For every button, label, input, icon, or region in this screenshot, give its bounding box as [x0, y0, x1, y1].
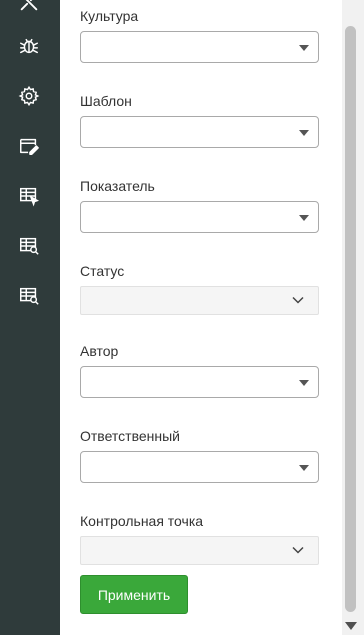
checkpoint-label: Контрольная точка: [80, 513, 204, 529]
chevron-down-icon: [292, 296, 304, 304]
bug-icon[interactable]: [17, 34, 41, 58]
status-label: Статус: [80, 263, 125, 279]
author-label: Автор: [80, 343, 119, 359]
culture-label: Культура: [80, 8, 139, 24]
chevron-down-icon: [299, 130, 309, 136]
gear-icon[interactable]: [17, 84, 41, 108]
table-search-alt-icon[interactable]: [17, 284, 41, 308]
responsible-label: Ответственный: [80, 428, 180, 444]
filter-panel: Культура Шаблон Показатель Статус Автор …: [60, 0, 342, 635]
scrollbar[interactable]: [342, 0, 364, 635]
chevron-down-icon: [299, 215, 309, 221]
chevron-down-icon: [292, 546, 304, 554]
apply-button[interactable]: Применить: [80, 575, 188, 614]
status-select[interactable]: [80, 286, 319, 315]
template-label: Шаблон: [80, 93, 132, 109]
chevron-down-icon: [299, 465, 309, 471]
window-edit-icon[interactable]: [17, 134, 41, 158]
chevron-down-icon: [299, 380, 309, 386]
table-cursor-icon[interactable]: [17, 184, 41, 208]
indicator-select[interactable]: [80, 201, 319, 233]
scrollbar-thumb[interactable]: [345, 26, 356, 612]
sidebar: [0, 0, 60, 635]
chevron-down-icon: [299, 45, 309, 51]
checkpoint-select[interactable]: [80, 536, 319, 565]
responsible-select[interactable]: [80, 451, 319, 483]
scroll-down-arrow-icon[interactable]: [345, 622, 357, 630]
table-search-icon[interactable]: [17, 234, 41, 258]
template-select[interactable]: [80, 116, 319, 148]
tools-icon[interactable]: [17, 0, 41, 14]
indicator-label: Показатель: [80, 178, 155, 194]
culture-select[interactable]: [80, 31, 319, 63]
author-select[interactable]: [80, 366, 319, 398]
